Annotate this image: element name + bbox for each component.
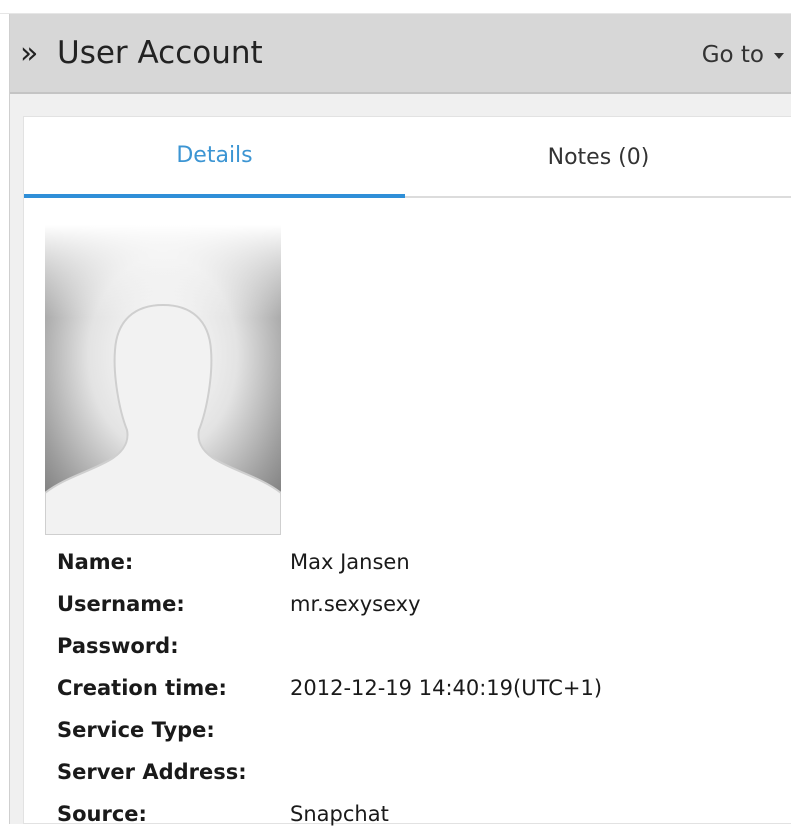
field-label: Creation time: [57, 676, 227, 700]
avatar [45, 225, 281, 535]
field-label: Username: [57, 592, 185, 616]
details-panel: Details Notes (0) Name: Max Jansen Usern… [23, 116, 791, 826]
double-chevron-right-icon[interactable]: » [20, 36, 38, 72]
field-value: 2012-12-19 14:40:19(UTC+1) [290, 676, 603, 700]
goto-dropdown[interactable]: Go to [702, 41, 784, 69]
header-bar: » User Account Go to [10, 14, 791, 94]
tab-notes-label: Notes (0) [547, 145, 650, 170]
field-row-service-type: Service Type: [57, 710, 777, 752]
top-strip [0, 0, 791, 14]
goto-label: Go to [701, 42, 764, 68]
user-account-window: » User Account Go to Details Notes (0) N… [9, 14, 791, 826]
details-fields: Name: Max Jansen Username: mr.sexysexy P… [57, 542, 777, 836]
field-value: mr.sexysexy [290, 592, 421, 616]
field-row-server-address: Server Address: [57, 752, 777, 794]
field-label: Service Type: [57, 718, 215, 742]
page-title: User Account [57, 35, 263, 71]
field-row-name: Name: Max Jansen [57, 542, 777, 584]
field-row-password: Password: [57, 626, 777, 668]
field-row-creation-time: Creation time: 2012-12-19 14:40:19(UTC+1… [57, 668, 777, 710]
field-label: Server Address: [57, 760, 247, 784]
field-row-username: Username: mr.sexysexy [57, 584, 777, 626]
field-label: Name: [57, 550, 134, 574]
field-label: Source: [57, 802, 147, 826]
field-value: Snapchat [290, 802, 389, 826]
tab-bar: Details Notes (0) [24, 117, 791, 198]
tab-details-label: Details [176, 143, 253, 168]
field-value: Max Jansen [290, 550, 410, 574]
tab-notes[interactable]: Notes (0) [405, 117, 791, 198]
user-silhouette-icon [45, 225, 281, 535]
field-label: Password: [57, 634, 179, 658]
caret-down-icon [774, 53, 784, 59]
field-row-source: Source: Snapchat [57, 794, 777, 836]
tab-details[interactable]: Details [24, 117, 405, 198]
